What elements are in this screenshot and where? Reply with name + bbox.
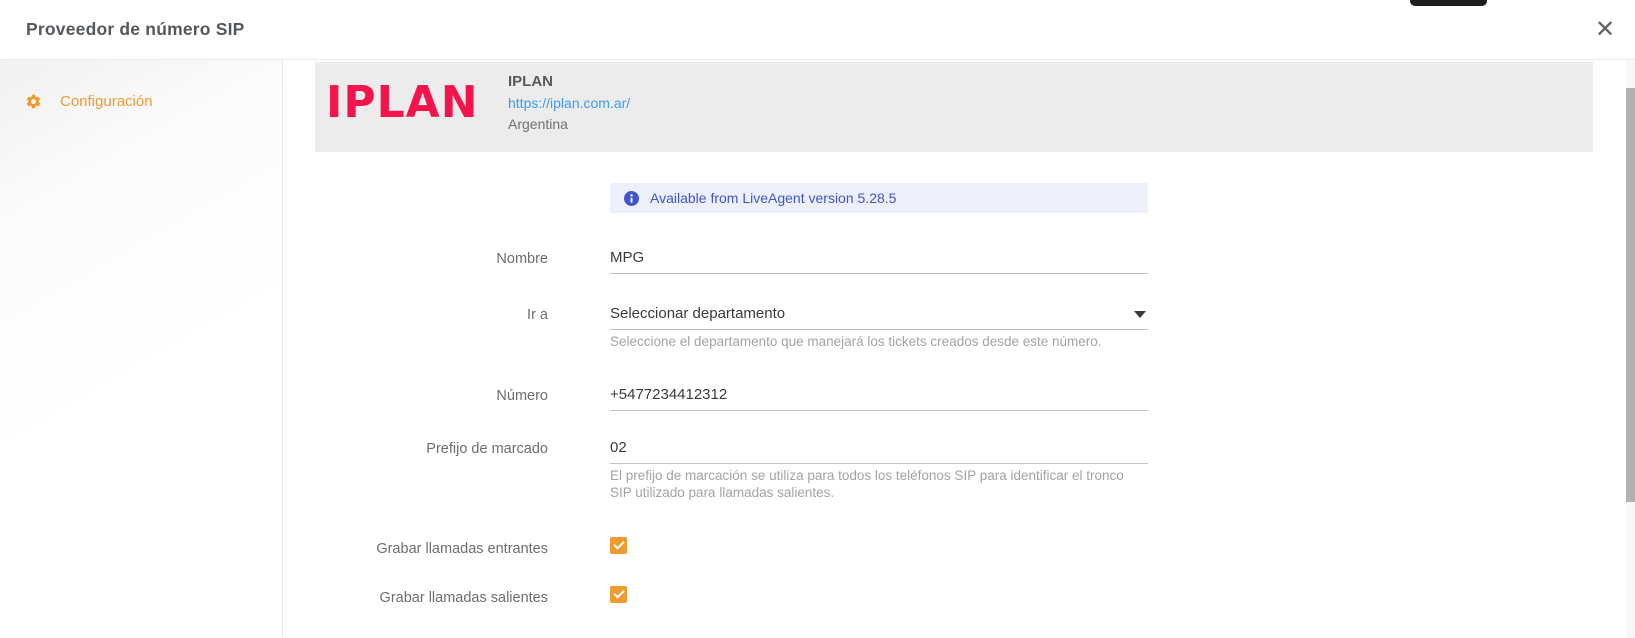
provider-name: IPLAN — [508, 73, 553, 90]
grabar-salientes-label: Grabar llamadas salientes — [379, 590, 548, 606]
sip-provider-modal: Proveedor de número SIP ✕ Configuración … — [0, 0, 1635, 638]
chevron-down-icon — [1134, 311, 1146, 318]
grabar-salientes-checkbox[interactable] — [610, 586, 627, 603]
sidebar-item-configuracion[interactable]: Configuración — [0, 60, 282, 110]
field-row-grabar-salientes: Grabar llamadas salientes — [283, 586, 1183, 607]
scrollbar-thumb[interactable] — [1626, 88, 1635, 502]
nombre-value: MPG — [610, 249, 645, 266]
nombre-label: Nombre — [496, 251, 548, 267]
modal-body: Configuración IPLAN IPLAN https://iplan.… — [0, 60, 1635, 638]
field-row-grabar-entrantes: Grabar llamadas entrantes — [283, 537, 1183, 558]
sidebar: Configuración — [0, 60, 283, 638]
version-banner-text: Available from LiveAgent version 5.28.5 — [650, 190, 897, 206]
numero-value: +5477234412312 — [610, 386, 728, 403]
department-selected-value: Seleccionar departamento — [610, 305, 786, 322]
prefijo-label: Prefijo de marcado — [426, 441, 548, 457]
field-row-prefijo: Prefijo de marcado 02 El prefijo de marc… — [283, 438, 1183, 501]
nombre-input[interactable]: MPG — [610, 248, 1148, 274]
iplan-logo: IPLAN — [326, 77, 479, 128]
provider-header: IPLAN IPLAN https://iplan.com.ar/ Argent… — [315, 62, 1593, 152]
prefijo-helper-text: El prefijo de marcación se utiliza para … — [610, 468, 1124, 500]
provider-country: Argentina — [508, 116, 568, 132]
field-row-numero: Número +5477234412312 — [283, 385, 1183, 411]
grabar-entrantes-label: Grabar llamadas entrantes — [376, 541, 548, 557]
numero-input[interactable]: +5477234412312 — [610, 385, 1148, 411]
scrollbar[interactable] — [1626, 60, 1635, 638]
close-icon[interactable]: ✕ — [1589, 14, 1621, 46]
sidebar-item-label: Configuración — [60, 93, 153, 110]
prefijo-value: 02 — [610, 439, 627, 456]
field-row-nombre: Nombre MPG — [283, 248, 1183, 274]
gear-icon — [25, 93, 42, 110]
field-row-ir-a: Ir a Seleccionar departamento Seleccione… — [283, 304, 1183, 351]
page-title: Proveedor de número SIP — [26, 19, 245, 39]
grabar-entrantes-checkbox[interactable] — [610, 537, 627, 554]
modal-header: Proveedor de número SIP ✕ — [0, 0, 1635, 60]
top-black-bar — [1410, 0, 1487, 6]
provider-info: IPLAN https://iplan.com.ar/ Argentina — [508, 73, 630, 133]
main-content: IPLAN IPLAN https://iplan.com.ar/ Argent… — [283, 60, 1635, 638]
numero-label: Número — [496, 388, 548, 404]
department-select[interactable]: Seleccionar departamento — [610, 304, 1148, 330]
provider-url-link[interactable]: https://iplan.com.ar/ — [508, 95, 630, 112]
department-helper-text: Seleccione el departamento que manejará … — [610, 334, 1102, 349]
version-banner: Available from LiveAgent version 5.28.5 — [610, 183, 1148, 213]
prefijo-input[interactable]: 02 — [610, 438, 1148, 464]
info-icon — [624, 190, 639, 206]
ir-a-label: Ir a — [527, 307, 548, 323]
